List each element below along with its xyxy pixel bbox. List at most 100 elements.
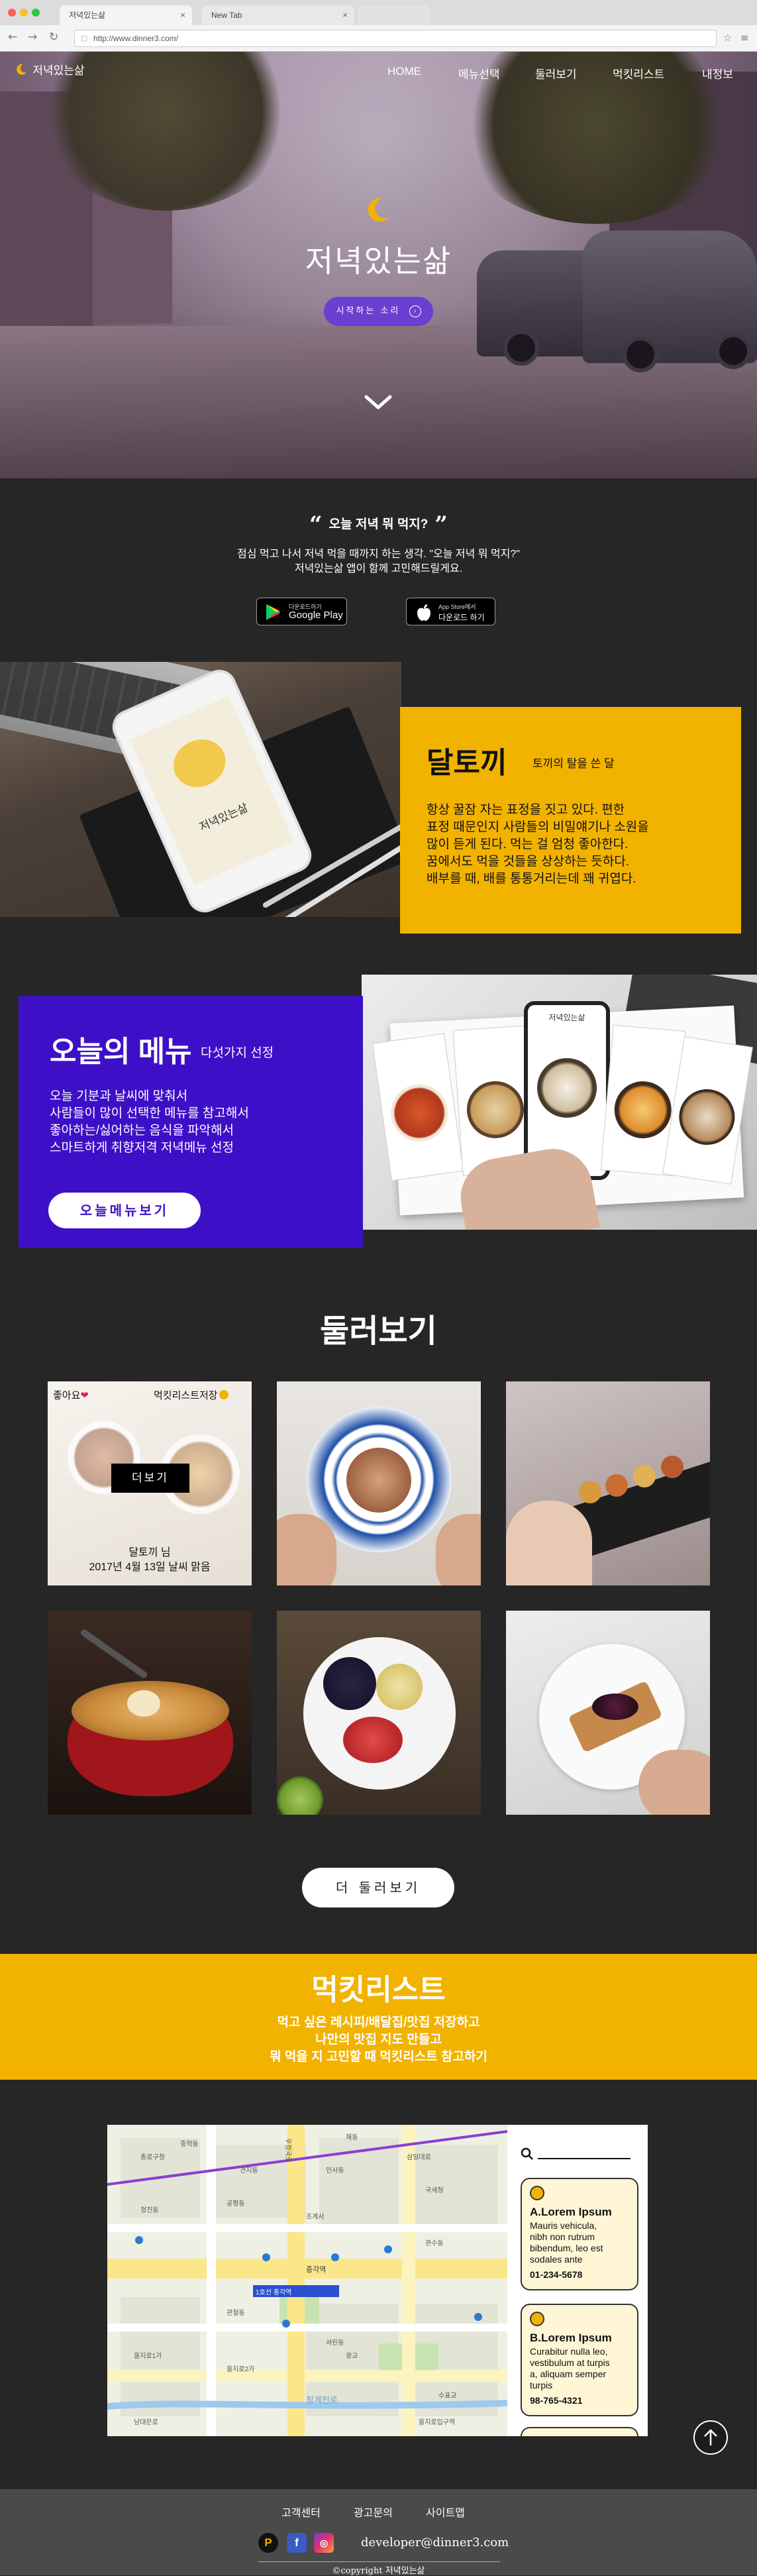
address-bar-url: http://www.dinner3.com/: [93, 34, 179, 43]
gallery-item[interactable]: [506, 1611, 710, 1815]
food-plate: [675, 1085, 739, 1150]
maximize-window-button[interactable]: [32, 9, 40, 17]
map-label: 청진동: [140, 2207, 159, 2214]
search-icon[interactable]: [521, 2147, 534, 2161]
tab-label: New Tab: [211, 11, 242, 20]
mukit-list-line: 먹고 싶은 레시피/배달집/맛집 저장하고: [277, 2015, 480, 2029]
nav-browse[interactable]: 둘러보기: [535, 65, 577, 81]
nav-my-info[interactable]: 내정보: [702, 65, 733, 81]
place-title: A.Lorem Ipsum: [530, 2206, 612, 2218]
facebook-icon[interactable]: f: [287, 2533, 307, 2553]
gallery-item[interactable]: [277, 1381, 481, 1585]
white-bowl: [303, 1637, 456, 1790]
tab-inactive[interactable]: New Tab ×: [202, 5, 354, 25]
close-tab-icon[interactable]: ×: [180, 5, 185, 25]
footer-copyright: ©copyright 저녁있는삶: [332, 2566, 425, 2576]
app-store-button[interactable]: App Store에서 다운로드 하기: [406, 598, 495, 625]
google-play-button[interactable]: 다운로드하기 Google Play: [256, 598, 347, 625]
moon-icon: [219, 1390, 228, 1399]
footer-link-ads[interactable]: 광고문의: [354, 2504, 393, 2520]
today-menu-title: 오늘의 메뉴: [50, 1036, 192, 1068]
instagram-icon[interactable]: ◎: [314, 2533, 334, 2553]
footer-link-sitemap[interactable]: 사이트맵: [426, 2504, 465, 2520]
place-phone: 98-765-4321: [530, 2395, 583, 2406]
today-menu-section: 저녁있는삶 오늘의 메뉴 다섯가지 선정 오늘 기분과 날씨에 맞춰서 사람들이…: [0, 953, 757, 1258]
today-menu-line: 좋아하는/싫어하는 음식을 파악해서: [50, 1124, 234, 1138]
nav-home[interactable]: HOME: [387, 65, 421, 78]
location-pin-icon: [530, 2312, 544, 2326]
hero-start-button[interactable]: 시작하는 소리 ›: [324, 297, 433, 326]
minimize-window-button[interactable]: [20, 9, 28, 17]
chevron-down-icon[interactable]: [364, 394, 393, 411]
forward-icon[interactable]: →: [28, 30, 37, 44]
phone-screen-title: 저녁있는삶: [197, 801, 250, 835]
map-label: 우정국로: [284, 2138, 291, 2163]
mukit-list-section: 먹킷리스트 먹고 싶은 레시피/배달집/맛집 저장하고 나만의 맛집 지도 만들…: [0, 1954, 757, 2080]
place-card-a[interactable]: A.Lorem Ipsum Mauris vehicula, nibh non …: [521, 2178, 638, 2290]
tab-active[interactable]: 저녁있는삶 ×: [60, 5, 192, 25]
kakao-icon[interactable]: P: [258, 2533, 278, 2553]
more-browse-button[interactable]: 더 둘러보기: [302, 1868, 454, 1907]
gallery-item[interactable]: [48, 1611, 252, 1815]
moon-icon: [17, 64, 26, 75]
place-card-c[interactable]: [521, 2427, 638, 2436]
berries-shape: [592, 1693, 638, 1720]
heart-icon: ❤: [80, 1390, 89, 1401]
food-plate: [612, 1079, 674, 1141]
map-label: 수표교: [438, 2392, 457, 2400]
moon-icon: [368, 197, 389, 222]
close-tab-icon[interactable]: ×: [342, 5, 348, 25]
address-bar[interactable]: ▢ http://www.dinner3.com/: [74, 30, 717, 47]
save-mukit-button[interactable]: 먹킷리스트저장: [154, 1388, 228, 1402]
site-logo[interactable]: 저녁있는삶: [15, 61, 85, 78]
today-menu-button[interactable]: 오늘메뉴보기: [48, 1193, 201, 1228]
rabbit-moon-illustration: [166, 731, 234, 796]
food-plate: [387, 1081, 452, 1146]
browser-chrome: 저녁있는삶 × New Tab × ← → ↻ ▢ http://www.din…: [0, 0, 757, 52]
daltokki-line: 많이 듣게 된다. 먹는 걸 엄청 좋아한다.: [427, 837, 629, 851]
egg-shape: [127, 1690, 160, 1717]
back-icon[interactable]: ←: [8, 30, 17, 44]
page-icon: ▢: [81, 34, 88, 42]
daltokki-line: 항상 꿀잠 자는 표정을 짓고 있다. 편한: [427, 803, 625, 817]
new-tab-button[interactable]: [358, 5, 430, 25]
browse-section: 둘러보기 좋아요❤ 먹킷리스트저장 더보기 달토끼 님 2017년 4월 13일…: [0, 1258, 757, 1954]
search-input-line[interactable]: [538, 2158, 631, 2159]
map-label: 광교: [346, 2353, 358, 2360]
map-label: 을지로1가: [134, 2353, 162, 2360]
reload-icon[interactable]: ↻: [49, 30, 58, 44]
footer-divider: [258, 2561, 500, 2562]
place-desc: bibendum, leo est: [530, 2243, 603, 2253]
scroll-to-top-button[interactable]: [693, 2420, 728, 2455]
save-mukit-label: 먹킷리스트저장: [154, 1390, 218, 1401]
like-button[interactable]: 좋아요❤: [53, 1388, 89, 1402]
map-label-station: 1호선 종각역: [256, 2289, 292, 2296]
hand-shape: [638, 1750, 710, 1815]
bookmark-star-icon[interactable]: ☆: [723, 32, 732, 44]
today-menu-line: 오늘 기분과 날씨에 맞춰서: [50, 1089, 188, 1103]
place-desc: sodales ante: [530, 2254, 583, 2265]
map-view[interactable]: 1호선 종각역 종각역 조계사 광교 수표교 청계천로 우정국로 삼일대로 공평…: [107, 2125, 507, 2436]
nav-mukit-list[interactable]: 먹킷리스트: [613, 65, 664, 81]
google-play-icon: [266, 604, 279, 620]
nav-menu-select[interactable]: 메뉴선택: [458, 65, 500, 81]
place-desc: Curabitur nulla leo,: [530, 2346, 608, 2357]
close-window-button[interactable]: [8, 9, 16, 17]
food-item: [605, 1474, 628, 1497]
app-store-small: App Store에서: [438, 604, 476, 610]
menu-icon[interactable]: ≡: [740, 32, 749, 44]
place-card-b[interactable]: B.Lorem Ipsum Curabitur nulla leo, vesti…: [521, 2304, 638, 2416]
intro-quote: “ 오늘 저녁 뭐 먹지? ”: [0, 511, 757, 538]
open-quote-icon: “: [309, 511, 323, 538]
footer-link-support[interactable]: 고객센터: [281, 2504, 321, 2520]
more-detail-button[interactable]: 더보기: [111, 1464, 189, 1493]
arrow-right-icon: ›: [409, 305, 421, 317]
today-menu-card: 오늘의 메뉴 다섯가지 선정 오늘 기분과 날씨에 맞춰서 사람들이 많이 선택…: [19, 996, 363, 1248]
gallery-item[interactable]: [506, 1381, 710, 1585]
footer-email[interactable]: developer@dinner3.com: [361, 2536, 509, 2549]
gallery-item[interactable]: [277, 1611, 481, 1815]
strawberry-shape: [343, 1717, 403, 1763]
mukit-list-line: 뭐 먹을 지 고민할 때 먹킷리스트 참고하기: [270, 2050, 487, 2064]
gallery-item[interactable]: 좋아요❤ 먹킷리스트저장 더보기 달토끼 님 2017년 4월 13일 날씨 맑…: [48, 1381, 252, 1585]
food-plate: [465, 1079, 526, 1140]
